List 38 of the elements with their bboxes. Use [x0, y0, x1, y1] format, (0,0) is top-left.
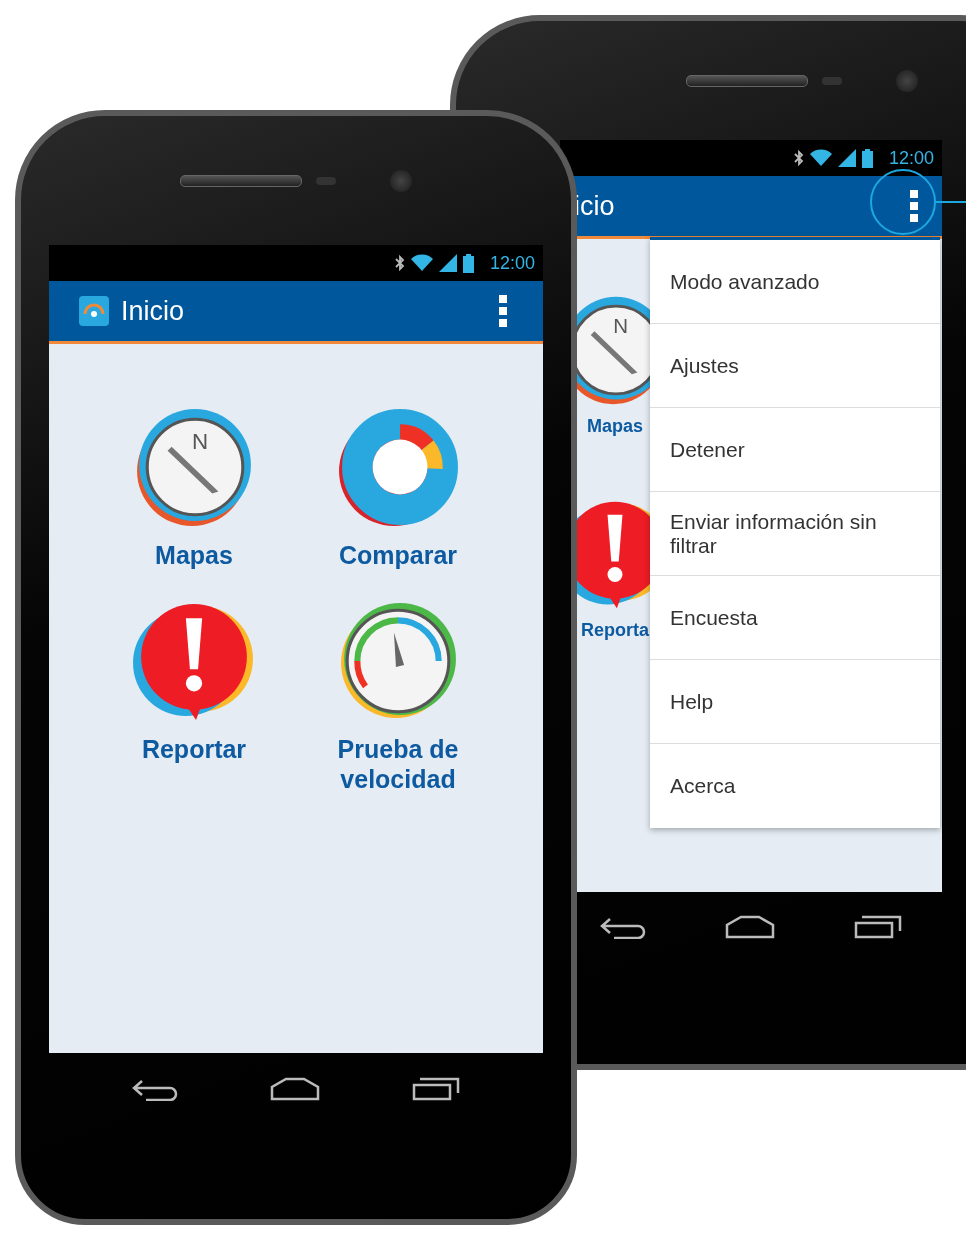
recent-apps-button[interactable]: [412, 1077, 460, 1101]
menu-item[interactable]: Detener: [650, 408, 940, 492]
menu-item[interactable]: Ajustes: [650, 324, 940, 408]
back-button[interactable]: [132, 1077, 178, 1101]
proximity-sensor: [822, 76, 842, 85]
battery-icon: [861, 148, 873, 168]
back-button[interactable]: [599, 915, 646, 939]
signal-icon: [438, 254, 457, 272]
wifi-icon: [410, 254, 433, 272]
menu-item[interactable]: Enviar información sin filtrar: [650, 492, 940, 576]
tile-label: Prueba de velocidad: [336, 734, 460, 794]
app-logo-icon: [79, 296, 109, 326]
app-title: Inicio: [121, 295, 186, 327]
compass-letter: N: [191, 428, 209, 454]
front-camera: [896, 69, 918, 92]
tile-label: Reporta: [581, 619, 649, 642]
tile-label: Reportar: [141, 734, 247, 764]
menu-item[interactable]: Modo avanzado: [650, 240, 940, 324]
compass-icon: [137, 409, 251, 526]
recent-apps-button[interactable]: [854, 915, 903, 939]
compass-letter: N: [613, 314, 628, 338]
menu-item[interactable]: Acerca: [650, 744, 940, 828]
battery-icon: [462, 253, 474, 273]
tile-label: Mapas: [155, 540, 233, 570]
signal-icon: [837, 149, 856, 167]
home-button[interactable]: [725, 915, 775, 939]
bluetooth-icon: [793, 149, 804, 167]
donut-chart-icon: [337, 406, 459, 528]
bluetooth-icon: [394, 254, 405, 272]
tile-label: Comparar: [338, 540, 458, 570]
menu-item[interactable]: Help: [650, 660, 940, 744]
status-time: 12:00: [888, 147, 934, 169]
menu-item[interactable]: Encuesta: [650, 576, 940, 660]
tile-label: Mapas: [587, 416, 643, 438]
home-button[interactable]: [270, 1077, 320, 1101]
wifi-icon: [809, 149, 832, 167]
status-time: 12:00: [489, 252, 535, 274]
front-camera: [390, 169, 412, 192]
